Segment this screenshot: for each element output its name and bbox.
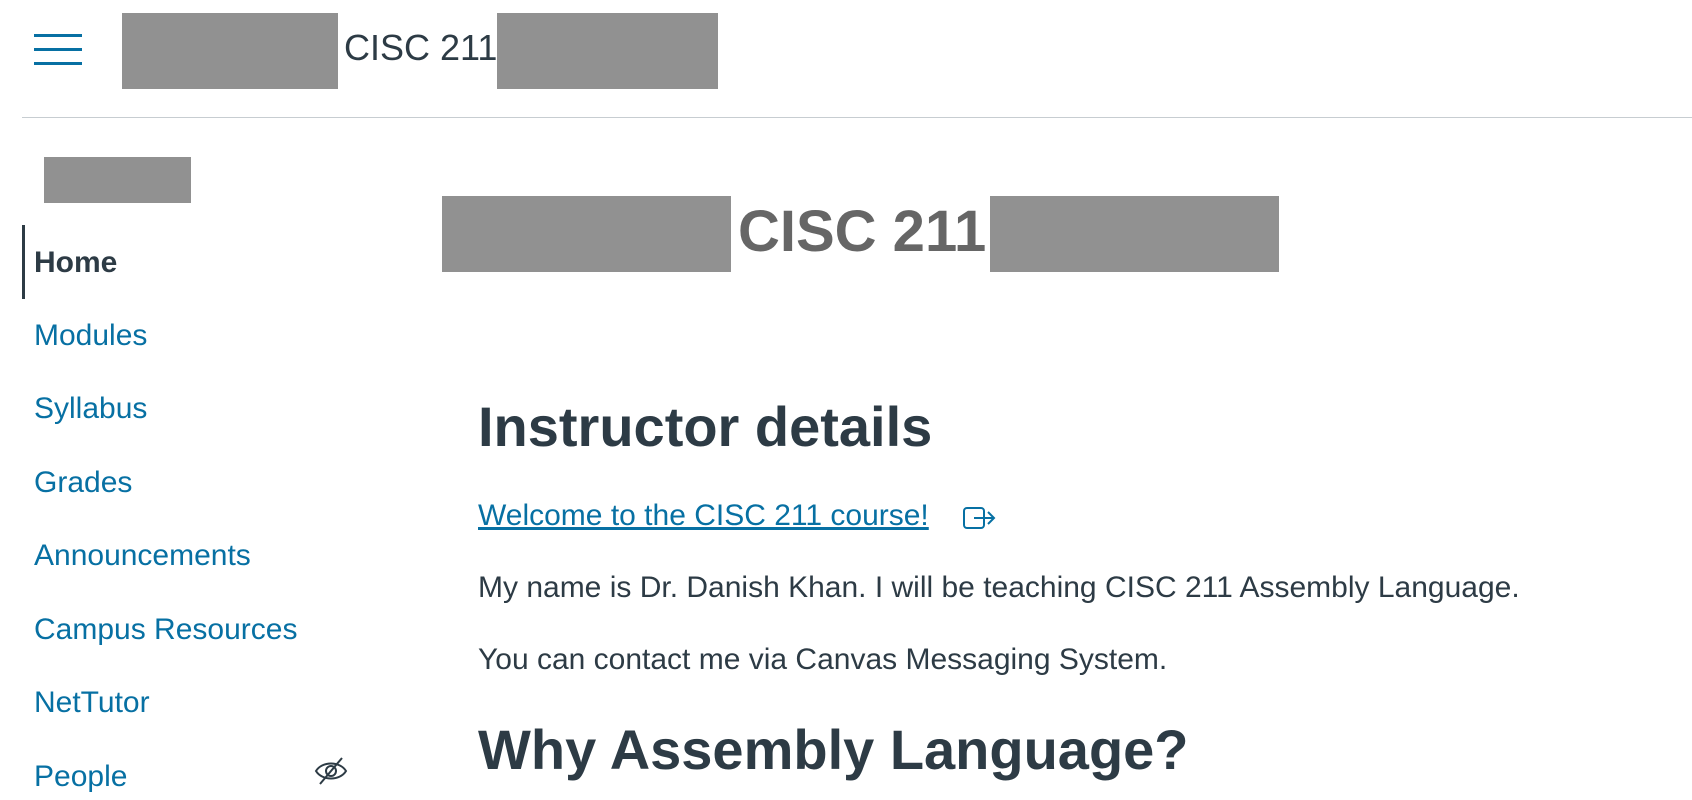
redacted-block — [990, 196, 1279, 272]
external-link-icon — [963, 507, 996, 529]
header-divider — [22, 117, 1692, 118]
sidebar-item-people[interactable]: People — [34, 757, 127, 797]
instructor-intro-text: My name is Dr. Danish Khan. I will be te… — [478, 571, 1520, 604]
redacted-block — [122, 13, 338, 89]
hamburger-menu-icon[interactable] — [34, 32, 82, 66]
sidebar-item-syllabus[interactable]: Syllabus — [34, 389, 147, 429]
heading-why-assembly: Why Assembly Language? — [478, 718, 1189, 781]
canvas-course-page: CISC 211 Home Modules Syllabus Grades An… — [0, 0, 1692, 800]
sidebar-item-home[interactable]: Home — [34, 243, 117, 283]
eye-slash-icon — [314, 757, 348, 785]
redacted-block — [442, 196, 731, 272]
welcome-link[interactable]: Welcome to the CISC 211 course! — [478, 496, 929, 536]
contact-info-text: You can contact me via Canvas Messaging … — [478, 643, 1168, 676]
sidebar-item-grades[interactable]: Grades — [34, 463, 132, 503]
sidebar-item-nettutor[interactable]: NetTutor — [34, 683, 150, 723]
heading-instructor-details: Instructor details — [478, 395, 933, 458]
redacted-block — [44, 157, 191, 203]
top-header: CISC 211 — [0, 0, 1692, 118]
sidebar-item-announcements[interactable]: Announcements — [34, 536, 251, 576]
breadcrumb-course[interactable]: CISC 211 — [344, 24, 497, 72]
redacted-block — [497, 13, 718, 89]
sidebar-item-modules[interactable]: Modules — [34, 316, 147, 356]
sidebar-item-campus-resources[interactable]: Campus Resources — [34, 610, 297, 650]
course-title: CISC 211 — [738, 199, 987, 264]
active-nav-indicator — [22, 225, 25, 299]
